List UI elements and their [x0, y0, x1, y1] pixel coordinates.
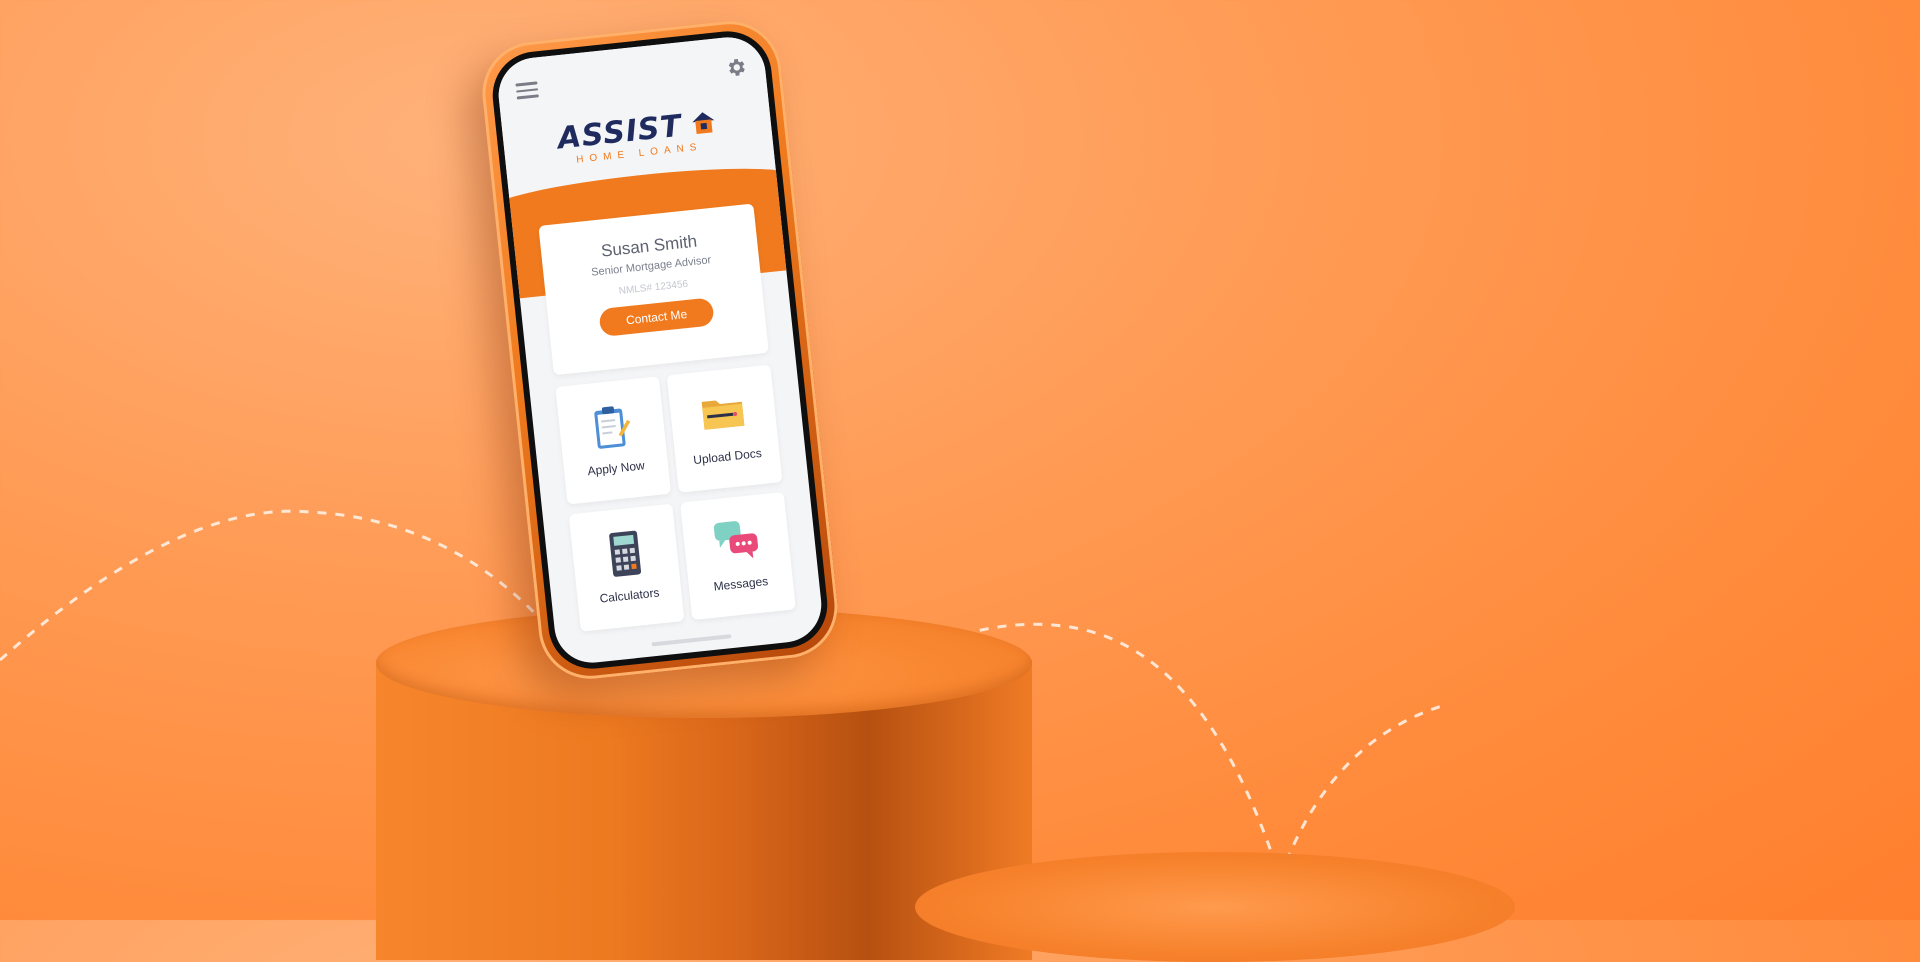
calculators-label: Calculators	[598, 585, 661, 606]
advisor-card: Susan Smith Senior Mortgage Advisor NMLS…	[538, 203, 769, 376]
phone-bezel: ASSIST HOME LOANS Susan Smith Senior Mor…	[488, 27, 832, 673]
home-indicator	[651, 634, 732, 647]
apply-now-tile[interactable]: Apply Now	[555, 376, 672, 505]
folder-icon	[669, 386, 777, 445]
gear-icon[interactable]	[724, 55, 748, 79]
phone-screen: ASSIST HOME LOANS Susan Smith Senior Mor…	[494, 33, 826, 667]
app-logo: ASSIST HOME LOANS	[502, 99, 773, 173]
upload-docs-tile[interactable]: Upload Docs	[666, 364, 783, 493]
messages-tile[interactable]: Messages	[680, 491, 796, 621]
chat-bubbles-icon	[682, 514, 790, 573]
house-icon	[691, 112, 714, 135]
hero-scene: ASSIST HOME LOANS Susan Smith Senior Mor…	[0, 0, 1920, 962]
messages-label: Messages	[712, 574, 769, 594]
contact-me-button[interactable]: Contact Me	[598, 297, 715, 338]
apply-now-label: Apply Now	[586, 458, 646, 479]
podium-small-top	[915, 852, 1515, 962]
calculators-tile[interactable]: Calculators	[568, 503, 685, 632]
calculator-icon	[571, 525, 679, 584]
clipboard-icon	[558, 398, 666, 457]
upload-docs-label: Upload Docs	[692, 445, 763, 468]
menu-icon[interactable]	[515, 81, 539, 100]
